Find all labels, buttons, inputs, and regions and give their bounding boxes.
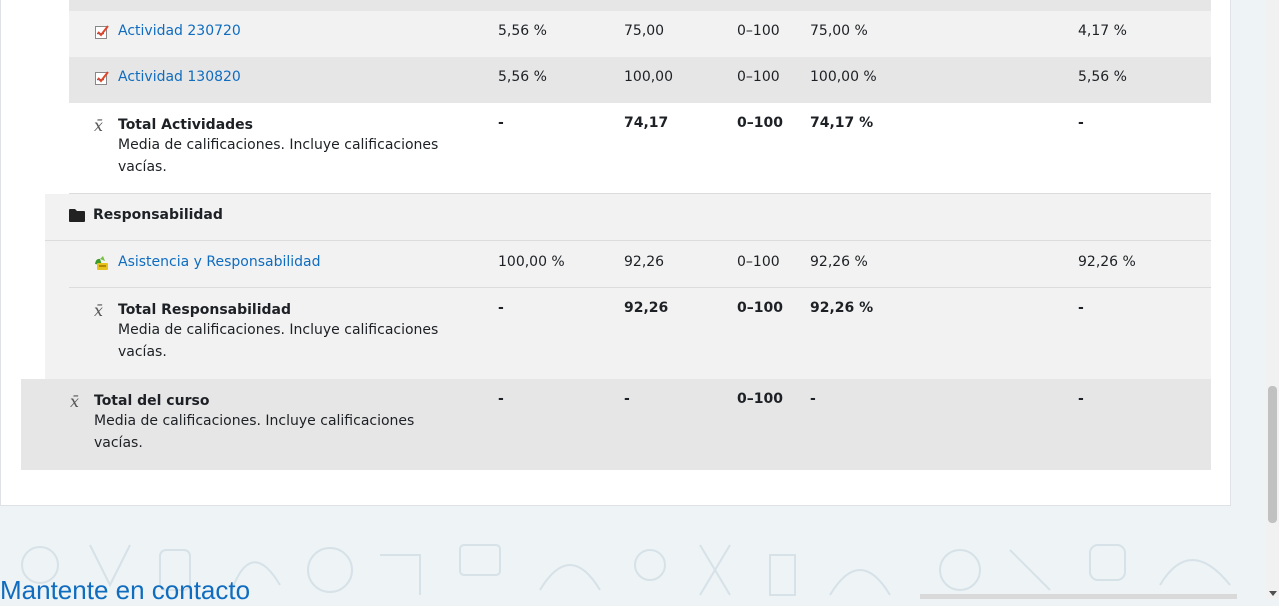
weight-cell: - [498, 115, 504, 131]
footer-panel-edge [920, 594, 1237, 599]
total-label: Total Responsabilidad [118, 301, 292, 318]
grade-cell: - [624, 391, 630, 407]
grade-item-link[interactable]: Actividad 230720 [118, 23, 241, 39]
range-cell: 0–100 [737, 115, 783, 131]
mean-icon: x̄ [94, 301, 104, 320]
scroll-down-arrow-icon[interactable] [1269, 591, 1277, 596]
page-scrollbar[interactable] [1266, 0, 1279, 599]
category-row: Responsabilidad [45, 194, 1211, 241]
range-cell: 0–100 [737, 254, 780, 270]
total-label: Total Actividades [118, 116, 253, 133]
range-cell: 0–100 [737, 69, 780, 85]
grade-item-link[interactable]: Asistencia y Responsabilidad [118, 254, 321, 270]
table-row-top-strip [69, 0, 1211, 11]
range-cell: 0–100 [737, 391, 783, 407]
contribution-cell: - [1078, 391, 1084, 407]
mean-icon: x̄ [70, 392, 80, 411]
assignment-icon [95, 71, 109, 85]
category-total-row: x̄ Total Responsabilidad Media de califi… [69, 288, 1211, 379]
weight-cell: - [498, 300, 504, 316]
table-row: Asistencia y Responsabilidad 100,00 % 92… [69, 241, 1211, 288]
percentage-cell: - [810, 391, 816, 407]
total-description: Media de calificaciones. Incluye calific… [94, 413, 415, 451]
percentage-cell: 74,17 % [810, 115, 874, 131]
table-row: Actividad 130820 5,56 % 100,00 0–100 100… [69, 57, 1211, 103]
category-total-row: x̄ Total Actividades Media de calificaci… [69, 103, 1211, 194]
weight-cell: - [498, 391, 504, 407]
footer-heading: Mantente en contacto [0, 575, 251, 605]
contribution-cell: 92,26 % [1078, 254, 1136, 270]
course-total-row: x̄ Total del curso Media de calificacion… [21, 379, 1211, 470]
contribution-cell: - [1078, 115, 1084, 131]
percentage-cell: 92,26 % [810, 300, 874, 316]
contribution-cell: - [1078, 300, 1084, 316]
grade-cell: 74,17 [624, 115, 669, 131]
percentage-cell: 92,26 % [810, 254, 868, 270]
percentage-cell: 75,00 % [810, 23, 868, 39]
range-cell: 0–100 [737, 300, 783, 316]
grade-report-card: Actividad 230720 5,56 % 75,00 0–100 75,0… [0, 0, 1231, 506]
folder-icon [69, 209, 85, 222]
weight-cell: 5,56 % [498, 23, 547, 39]
total-label: Total del curso [94, 392, 210, 409]
total-description: Media de calificaciones. Incluye calific… [118, 322, 439, 360]
grade-cell: 75,00 [624, 23, 665, 39]
grade-cell: 92,26 [624, 254, 665, 270]
range-cell: 0–100 [737, 23, 780, 39]
attendance-icon [95, 256, 108, 270]
total-description: Media de calificaciones. Incluye calific… [118, 137, 439, 175]
grade-item-link[interactable]: Actividad 130820 [118, 69, 241, 85]
grade-cell: 100,00 [624, 69, 673, 85]
category-label: Responsabilidad [93, 207, 223, 223]
category-indent-bar [45, 241, 69, 379]
table-row: Actividad 230720 5,56 % 75,00 0–100 75,0… [69, 11, 1211, 57]
contribution-cell: 5,56 % [1078, 69, 1127, 85]
course-indent-bar [21, 0, 45, 379]
category-indent-bar [45, 0, 69, 194]
weight-cell: 5,56 % [498, 69, 547, 85]
contribution-cell: 4,17 % [1078, 23, 1127, 39]
scrollbar-thumb[interactable] [1268, 386, 1277, 523]
percentage-cell: 100,00 % [810, 69, 877, 85]
assignment-icon [95, 25, 109, 39]
mean-icon: x̄ [94, 116, 104, 135]
grade-cell: 92,26 [624, 300, 669, 316]
weight-cell: 100,00 % [498, 254, 565, 270]
